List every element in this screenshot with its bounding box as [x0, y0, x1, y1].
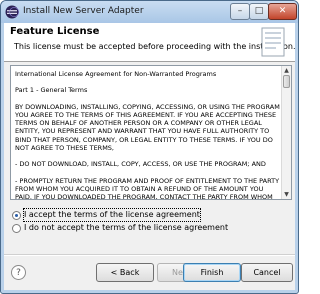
page-subtitle: This license must be accepted before pro… [14, 42, 296, 51]
accept-radio-label[interactable]: I accept the terms of the license agreem… [23, 208, 201, 222]
maximize-button[interactable]: □ [249, 3, 269, 20]
license-text: International License Agreement for Non-… [15, 70, 280, 200]
accept-license-option[interactable]: I accept the terms of the license agreem… [12, 208, 201, 222]
finish-button[interactable]: Finish [183, 263, 241, 282]
cancel-button[interactable]: Cancel [241, 263, 293, 282]
install-dialog-window: Install New Server Adapter – □ ✕ Feature… [0, 0, 299, 294]
minimize-button[interactable]: – [230, 3, 250, 20]
scroll-down-icon[interactable]: ▼ [282, 190, 291, 199]
decline-license-option[interactable]: I do not accept the terms of the license… [12, 222, 228, 234]
eclipse-app-icon [5, 5, 19, 19]
back-button[interactable]: < Back [96, 263, 154, 282]
vertical-scrollbar[interactable]: ▲ ▼ [281, 66, 291, 199]
help-button[interactable]: ? [11, 265, 26, 280]
window-title: Install New Server Adapter [23, 6, 144, 16]
dialog-client-area: Feature License This license must be acc… [4, 23, 296, 290]
footer-separator [4, 254, 295, 256]
scroll-thumb[interactable] [283, 75, 290, 88]
title-bar[interactable]: Install New Server Adapter – □ ✕ [1, 1, 298, 23]
close-button[interactable]: ✕ [268, 3, 297, 20]
decline-radio-label[interactable]: I do not accept the terms of the license… [24, 222, 228, 234]
accept-radio[interactable] [12, 210, 21, 220]
page-title: Feature License [10, 26, 100, 37]
license-text-area[interactable]: International License Agreement for Non-… [10, 65, 292, 200]
license-document-icon [261, 27, 285, 57]
decline-radio[interactable] [12, 223, 21, 233]
scroll-up-icon[interactable]: ▲ [282, 66, 291, 75]
wizard-header: Feature License This license must be acc… [4, 23, 296, 62]
